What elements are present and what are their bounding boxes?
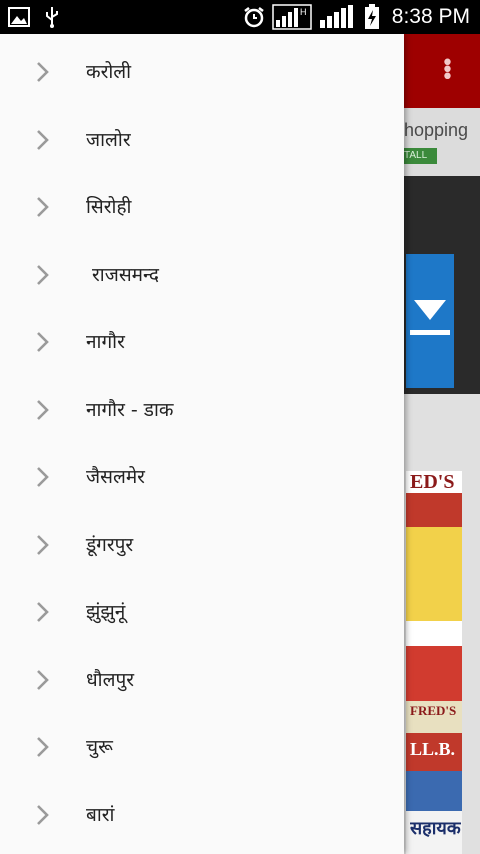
news-bottom: सहायक: [410, 818, 461, 838]
drawer-item-label: बारां: [86, 804, 115, 826]
drawer-item[interactable]: सिरोही: [0, 173, 404, 240]
newspaper-ad-image: ED'S FRED'S LL.B. सहायक: [406, 471, 462, 854]
drawer-item[interactable]: नागौर: [0, 308, 404, 375]
drawer-item[interactable]: नागौर - डाक: [0, 376, 404, 443]
alarm-icon: [244, 7, 264, 28]
drawer-item[interactable]: राजसमन्द: [0, 241, 404, 308]
ad-banner[interactable]: [404, 108, 480, 176]
chevron-right-icon: [37, 535, 49, 555]
chevron-right-icon: [37, 62, 49, 82]
drawer-item[interactable]: डूंगरपुर: [0, 511, 404, 578]
drawer-item[interactable]: चुरू: [0, 713, 404, 780]
news-header-2: FRED'S: [410, 703, 457, 718]
drawer-item-label: नागौर: [86, 331, 125, 353]
chevron-right-icon: [37, 467, 49, 487]
chevron-right-icon: [37, 332, 49, 352]
drawer-item-label: धौलपुर: [86, 669, 135, 691]
download-button[interactable]: [406, 254, 454, 388]
install-button[interactable]: TALL: [404, 148, 437, 164]
app-toolbar: • • •: [404, 34, 480, 108]
chevron-right-icon: [37, 602, 49, 622]
navigation-drawer: करोली जालोर सिरोही राजसमन्द नागौर नागौर - डा…: [0, 34, 404, 854]
signal-h-icon: H: [272, 4, 312, 30]
chevron-right-icon: [37, 670, 49, 690]
svg-text:H: H: [300, 7, 307, 17]
drawer-item-label: करोली: [86, 61, 132, 83]
drawer-item[interactable]: करोली: [0, 38, 404, 105]
drawer-item-label: चुरू: [86, 736, 113, 758]
usb-icon: [46, 7, 58, 28]
chevron-right-icon: [37, 265, 49, 285]
chevron-right-icon: [37, 197, 49, 217]
drawer-item-label: जालोर: [86, 129, 131, 151]
drawer-item[interactable]: झुंझुनूं: [0, 578, 404, 645]
download-icon: [410, 300, 450, 335]
drawer-item[interactable]: जालोर: [0, 106, 404, 173]
drawer-item[interactable]: जैसलमेर: [0, 443, 404, 510]
drawer-item[interactable]: बारां: [0, 781, 404, 848]
chevron-right-icon: [37, 737, 49, 757]
chevron-right-icon: [37, 400, 49, 420]
news-llb: LL.B.: [410, 739, 456, 759]
news-header: ED'S: [410, 471, 455, 493]
drawer-item[interactable]: धौलपुर: [0, 646, 404, 713]
gallery-icon: [8, 7, 30, 27]
drawer-item-label: सिरोही: [86, 196, 132, 218]
drawer-item-label: डूंगरपुर: [86, 534, 134, 556]
drawer-item-label: झुंझुनूं: [86, 601, 126, 623]
drawer-item-label: राजसमन्द: [86, 264, 159, 286]
battery-charging-icon: [364, 4, 379, 29]
ad-text: hopping: [404, 120, 469, 140]
clock: 8:38 PM: [391, 5, 470, 28]
chevron-right-icon: [37, 130, 49, 150]
status-bar: H 8:38 PM: [0, 0, 480, 34]
overflow-menu-icon[interactable]: • • •: [441, 53, 454, 89]
drawer-item-label: नागौर - डाक: [86, 399, 174, 421]
signal-icon: [319, 5, 353, 28]
chevron-right-icon: [37, 805, 49, 825]
drawer-item-label: जैसलमेर: [86, 466, 145, 488]
